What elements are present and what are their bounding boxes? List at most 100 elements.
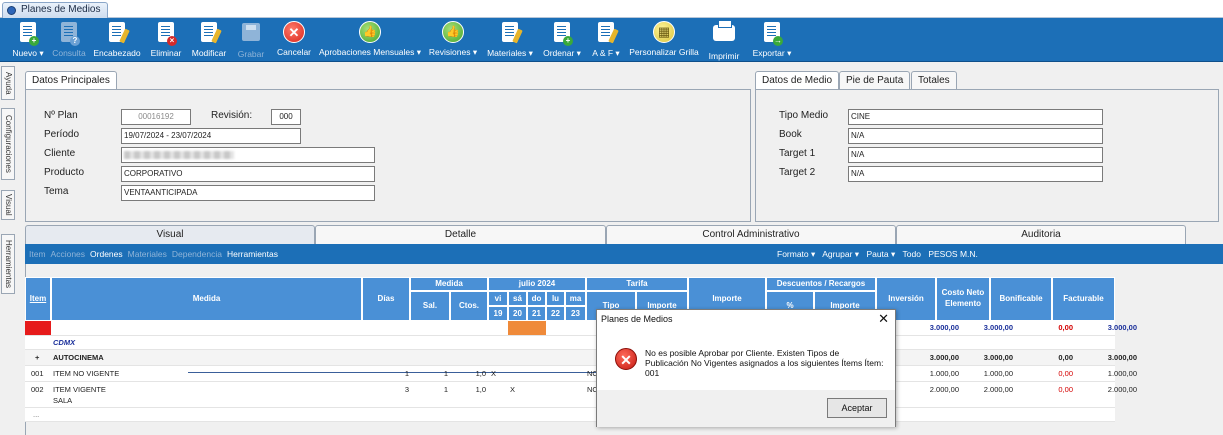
col-facturable[interactable]: Facturable [1052, 277, 1115, 321]
error-icon: ✕ [615, 348, 637, 370]
exportar-button[interactable]: → Exportar ▾ [748, 20, 796, 60]
row-facturable: 2.000,00 [1107, 385, 1137, 394]
tema-field[interactable]: VENTAANTICIPADA [121, 185, 375, 201]
cancel-icon [283, 21, 305, 45]
target1-field[interactable]: N/A [848, 147, 1103, 163]
tab-datos-medio[interactable]: Datos de Medio [755, 71, 840, 89]
cliente-field[interactable] [121, 147, 375, 163]
dialog-message: No es posible Aprobar por Cliente. Exist… [645, 348, 884, 378]
new-doc-icon: + [17, 22, 39, 46]
row-costo: 1.000,00 [983, 369, 1013, 378]
main-toolbar: + Nuevo ▾ ? Consulta Encabezado × Elimin… [0, 18, 1223, 62]
subgroup-row: + AUTOCINEMA 3.000,00 3.000,00 0,00 3.00… [25, 350, 1137, 366]
row-indicator [25, 321, 51, 335]
total-costo: 3.000,00 [983, 323, 1013, 332]
plan-field: 00016192 [121, 109, 191, 125]
target2-field[interactable]: N/A [848, 166, 1103, 182]
menu-ordenes[interactable]: Ordenes [90, 249, 123, 259]
window-tab[interactable]: Planes de Medios [2, 2, 108, 18]
day-header: vi [488, 291, 508, 306]
cancelar-button[interactable]: Cancelar [274, 20, 314, 60]
close-icon[interactable]: ✕ [878, 311, 889, 327]
table-row[interactable]: 002 ITEM VIGENTE SALA 3 1 1,0 X NO 2.000… [25, 382, 1137, 408]
edit-header-icon [106, 22, 130, 46]
aprobaciones-mensuales-button[interactable]: Aprobaciones Mensuales ▾ [318, 20, 422, 60]
subgroup-facturable: 3.000,00 [1107, 353, 1137, 362]
aceptar-button[interactable]: Aceptar [827, 398, 887, 418]
redacted-client [124, 151, 234, 159]
row-bonificable: 0,00 [1058, 385, 1073, 394]
col-ctos[interactable]: Ctos. [450, 291, 488, 321]
datos-medio-panel: Tipo Medio CINE Book N/A Target 1 N/A Ta… [755, 89, 1219, 222]
row-bonificable: 0,00 [1058, 369, 1073, 378]
imprimir-button[interactable]: Imprimir [704, 20, 744, 61]
menu-herramientas[interactable]: Herramientas [227, 249, 278, 259]
encabezado-button[interactable]: Encabezado [92, 20, 142, 60]
af-icon [595, 22, 619, 46]
side-tab-visual[interactable]: Visual [1, 190, 15, 220]
af-button[interactable]: A & F ▾ [588, 20, 624, 60]
edit-doc-icon [198, 22, 222, 46]
grid-options: Formato ▾ Agrupar ▾ Pauta ▾ Todo PESOS M… [777, 244, 983, 264]
menu-materiales[interactable]: Materiales [128, 249, 167, 259]
row-inversion: 2.000,00 [929, 385, 959, 394]
row-medida: ITEM NO VIGENTE [53, 369, 120, 378]
menu-dependencia[interactable]: Dependencia [172, 249, 222, 259]
tab-visual[interactable]: Visual [25, 225, 315, 244]
tab-auditoria[interactable]: Auditoria [896, 225, 1186, 244]
consulta-button[interactable]: ? Consulta [50, 20, 88, 60]
tab-totales[interactable]: Totales [911, 71, 957, 89]
tab-datos-principales[interactable]: Datos Principales [25, 71, 117, 89]
tipo-medio-label: Tipo Medio [779, 110, 829, 121]
side-tab-ayuda[interactable]: Ayuda [1, 66, 15, 100]
col-sal[interactable]: Sal. [410, 291, 450, 321]
menu-pauta[interactable]: Pauta ▾ [866, 249, 895, 259]
ordenar-button[interactable]: + Ordenar ▾ [540, 20, 584, 60]
revision-label: Revisión: [211, 110, 253, 121]
side-tab-herramientas[interactable]: Herramientas [1, 234, 15, 294]
col-dias[interactable]: Días [362, 277, 410, 321]
revision-field[interactable]: 000 [271, 109, 301, 125]
subgroup-inversion: 3.000,00 [929, 353, 959, 362]
menu-item[interactable]: Item [29, 249, 46, 259]
revisiones-button[interactable]: Revisiones ▾ [426, 20, 480, 60]
row-sal: 1 [443, 385, 448, 394]
menu-currency[interactable]: PESOS M.N. [928, 249, 978, 259]
menu-agrupar[interactable]: Agrupar ▾ [822, 249, 859, 259]
tab-detalle[interactable]: Detalle [315, 225, 606, 244]
subgroup-name: AUTOCINEMA [53, 353, 104, 362]
menu-acciones[interactable]: Acciones [51, 249, 86, 259]
col-item[interactable]: Item [25, 277, 51, 321]
menu-formato[interactable]: Formato ▾ [777, 249, 815, 259]
total-facturable: 3.000,00 [1107, 323, 1137, 332]
menu-todo[interactable]: Todo [903, 249, 921, 259]
book-field[interactable]: N/A [848, 128, 1103, 144]
cliente-label: Cliente [44, 148, 76, 159]
eliminar-button[interactable]: × Eliminar [148, 20, 184, 60]
periodo-field[interactable]: 19/07/2024 - 23/07/2024 [121, 128, 301, 144]
col-medida-group: Medida [410, 277, 488, 291]
table-row[interactable]: 001 ITEM NO VIGENTE 1 1 1,0 X NO 1.000,0… [25, 366, 1137, 382]
modificar-button[interactable]: Modificar [188, 20, 230, 60]
tipo-medio-field[interactable]: CINE [848, 109, 1103, 125]
expand-icon[interactable]: + [35, 353, 39, 362]
row-mark: X [491, 369, 497, 378]
side-tab-configuraciones[interactable]: Configuraciones [1, 108, 15, 180]
day-highlight [527, 321, 546, 335]
side-panel: Ayuda Configuraciones Visual Herramienta… [0, 62, 16, 435]
day-header: sá [508, 291, 527, 306]
error-dialog: Planes de Medios ✕ ✕ No es posible Aprob… [596, 309, 896, 427]
col-costo-neto[interactable]: Costo Neto Elemento [936, 277, 990, 321]
total-row: 3.000,00 3.000,00 0,00 3.000,00 [25, 321, 1137, 336]
grid-icon [653, 21, 675, 45]
col-medida[interactable]: Medida [51, 277, 362, 321]
materiales-button[interactable]: Materiales ▾ [484, 20, 536, 60]
date-header: 20 [508, 306, 527, 321]
producto-field[interactable]: CORPORATIVO [121, 166, 375, 182]
nuevo-button[interactable]: + Nuevo ▾ [10, 20, 46, 60]
personalizar-grilla-button[interactable]: Personalizar Grilla [628, 20, 700, 60]
grabar-button[interactable]: Grabar [234, 20, 268, 60]
tab-pie-pauta[interactable]: Pie de Pauta [839, 71, 911, 89]
col-bonificable[interactable]: Bonificable [990, 277, 1052, 321]
tab-control-administrativo[interactable]: Control Administrativo [606, 225, 896, 244]
